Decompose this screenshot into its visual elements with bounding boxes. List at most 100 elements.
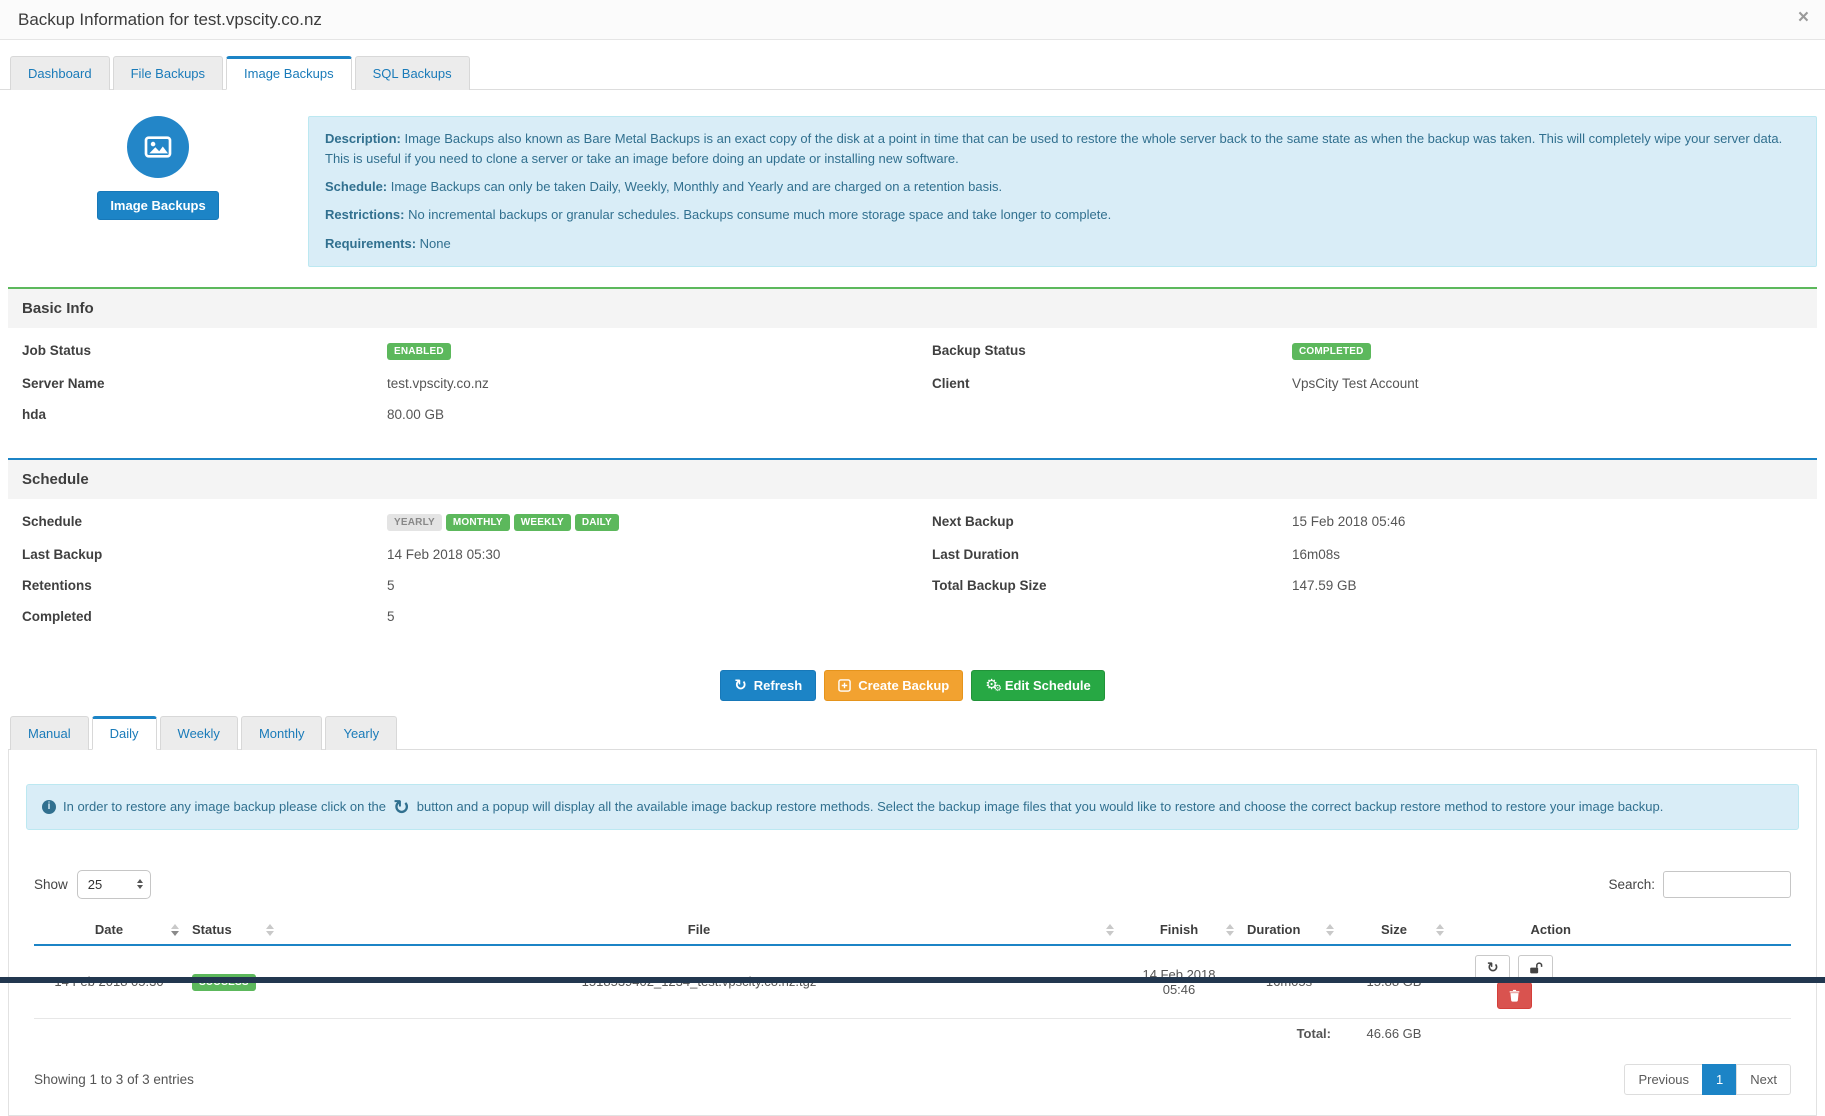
tab-yearly[interactable]: Yearly: [325, 716, 397, 750]
tab-file-backups[interactable]: File Backups: [113, 56, 223, 90]
tab-manual[interactable]: Manual: [10, 716, 89, 750]
schedule-section: Schedule Schedule YEARLYMONTHLYWEEKLYDAI…: [8, 458, 1817, 640]
schedule-heading: Schedule: [8, 460, 1817, 499]
modal-header: Backup Information for test.vpscity.co.n…: [0, 0, 1825, 40]
basic-info-heading: Basic Info: [8, 289, 1817, 328]
restrictions-text: No incremental backups or granular sched…: [404, 207, 1111, 222]
refresh-button[interactable]: ↻ Refresh: [720, 670, 816, 701]
column-header-date[interactable]: Date: [34, 917, 184, 945]
description-box: Description: Image Backups also known as…: [308, 116, 1817, 267]
daily-backups-panel: In order to restore any image backup ple…: [8, 749, 1817, 1116]
next-backup-value: 15 Feb 2018 05:46: [1292, 514, 1803, 529]
column-header-status[interactable]: Status: [184, 917, 279, 945]
image-backups-label-button[interactable]: Image Backups: [97, 191, 218, 220]
client-value: VpsCity Test Account: [1292, 376, 1803, 391]
total-value: 46.66 GB: [1339, 1018, 1449, 1048]
refresh-button-label: Refresh: [754, 678, 802, 693]
bottom-bar: [0, 977, 1825, 983]
search-control: Search:: [1608, 871, 1791, 898]
plus-square-icon: [838, 679, 851, 692]
next-backup-label: Next Backup: [932, 514, 1292, 529]
close-icon[interactable]: ×: [1798, 8, 1809, 27]
trash-icon: [1508, 989, 1521, 1002]
hda-value: 80.00 GB: [387, 407, 932, 422]
backup-list-tabs: Manual Daily Weekly Monthly Yearly: [8, 715, 1817, 750]
restore-alert-text-before: In order to restore any image backup ple…: [63, 799, 386, 814]
sort-icon[interactable]: [1106, 924, 1114, 936]
column-header-action: Action: [1449, 917, 1579, 945]
column-header-duration[interactable]: Duration: [1239, 917, 1339, 945]
description-line: Description: Image Backups also known as…: [325, 129, 1800, 169]
sort-icon[interactable]: [171, 924, 179, 936]
schedule-badges: YEARLYMONTHLYWEEKLYDAILY: [387, 513, 932, 531]
showing-entries-text: Showing 1 to 3 of 3 entries: [34, 1072, 194, 1087]
action-buttons-row: ↻ Refresh Create Backup ⚙⚙ Edit Schedule: [0, 670, 1825, 701]
pagination-page-1[interactable]: 1: [1702, 1064, 1737, 1095]
status-badge: ENABLED: [387, 343, 451, 360]
table-header-row: Date Status File Finish Duration Size Ac…: [34, 917, 1791, 945]
create-backup-button[interactable]: Create Backup: [824, 670, 963, 701]
show-label: Show: [34, 877, 68, 892]
restrictions-label: Restrictions:: [325, 207, 404, 222]
restore-icon: ↻: [1487, 961, 1499, 975]
page-size-value: 25: [88, 877, 102, 892]
pagination-previous[interactable]: Previous: [1624, 1064, 1703, 1095]
status-badge: COMPLETED: [1292, 343, 1371, 360]
tab-image-backups[interactable]: Image Backups: [226, 56, 352, 90]
restore-info-alert: In order to restore any image backup ple…: [26, 784, 1799, 830]
info-row: Server Name test.vpscity.co.nz Client Vp…: [8, 368, 1817, 399]
schedule-badge-daily: DAILY: [575, 514, 619, 531]
sort-icon[interactable]: [1326, 924, 1334, 936]
table-footer: Showing 1 to 3 of 3 entries Previous 1 N…: [34, 1064, 1791, 1095]
search-input[interactable]: [1663, 871, 1791, 898]
unlock-icon: [1528, 961, 1543, 976]
schedule-label: Schedule:: [325, 179, 387, 194]
backup-status-label: Backup Status: [932, 343, 1292, 358]
retentions-label: Retentions: [22, 578, 387, 593]
last-duration-value: 16m08s: [1292, 547, 1803, 562]
tab-daily[interactable]: Daily: [92, 716, 157, 750]
image-backups-icon: [127, 116, 189, 178]
info-row: Retentions 5 Total Backup Size 147.59 GB: [8, 570, 1817, 601]
pagination-next[interactable]: Next: [1736, 1064, 1791, 1095]
info-row: Schedule YEARLYMONTHLYWEEKLYDAILY Next B…: [8, 505, 1817, 539]
tab-weekly[interactable]: Weekly: [160, 716, 238, 750]
tab-monthly[interactable]: Monthly: [241, 716, 323, 750]
schedule-body: Schedule YEARLYMONTHLYWEEKLYDAILY Next B…: [8, 499, 1817, 640]
requirements-label: Requirements:: [325, 236, 416, 251]
tab-dashboard[interactable]: Dashboard: [10, 56, 110, 90]
column-header-filler: [1579, 917, 1791, 945]
sort-icon[interactable]: [1436, 924, 1444, 936]
schedule-badge-yearly: YEARLY: [387, 514, 442, 531]
delete-backup-button[interactable]: [1497, 982, 1532, 1009]
column-header-file[interactable]: File: [279, 917, 1119, 945]
sort-icon[interactable]: [266, 924, 274, 936]
completed-label: Completed: [22, 609, 387, 624]
image-backups-icon-block: Image Backups: [8, 116, 308, 267]
refresh-icon: ↻: [734, 678, 747, 693]
restore-alert-text-after: button and a popup will display all the …: [417, 799, 1664, 814]
job-status-label: Job Status: [22, 343, 387, 358]
backup-list-tabs-wrap: Manual Daily Weekly Monthly Yearly In or…: [8, 715, 1817, 1116]
edit-schedule-button[interactable]: ⚙⚙ Edit Schedule: [971, 670, 1105, 701]
basic-info-body: Job Status ENABLED Backup Status COMPLET…: [8, 328, 1817, 438]
select-stepper-icon: [137, 879, 143, 889]
total-backup-size-value: 147.59 GB: [1292, 578, 1803, 593]
page-size-select[interactable]: 25: [77, 870, 151, 899]
total-backup-size-label: Total Backup Size: [932, 578, 1292, 593]
schedule-badge-monthly: MONTHLY: [446, 514, 510, 531]
restore-refresh-icon: ↻: [393, 797, 410, 817]
info-row: Completed 5: [8, 601, 1817, 632]
page-size-control: Show 25: [34, 870, 151, 899]
requirements-text: None: [416, 236, 451, 251]
last-duration-label: Last Duration: [932, 547, 1292, 562]
column-header-finish[interactable]: Finish: [1119, 917, 1239, 945]
description-label: Description:: [325, 131, 401, 146]
last-backup-label: Last Backup: [22, 547, 387, 562]
info-row: hda 80.00 GB: [8, 399, 1817, 430]
requirements-line: Requirements: None: [325, 234, 1800, 254]
tab-sql-backups[interactable]: SQL Backups: [355, 56, 470, 90]
column-header-size[interactable]: Size: [1339, 917, 1449, 945]
sort-icon[interactable]: [1226, 924, 1234, 936]
retentions-value: 5: [387, 578, 932, 593]
